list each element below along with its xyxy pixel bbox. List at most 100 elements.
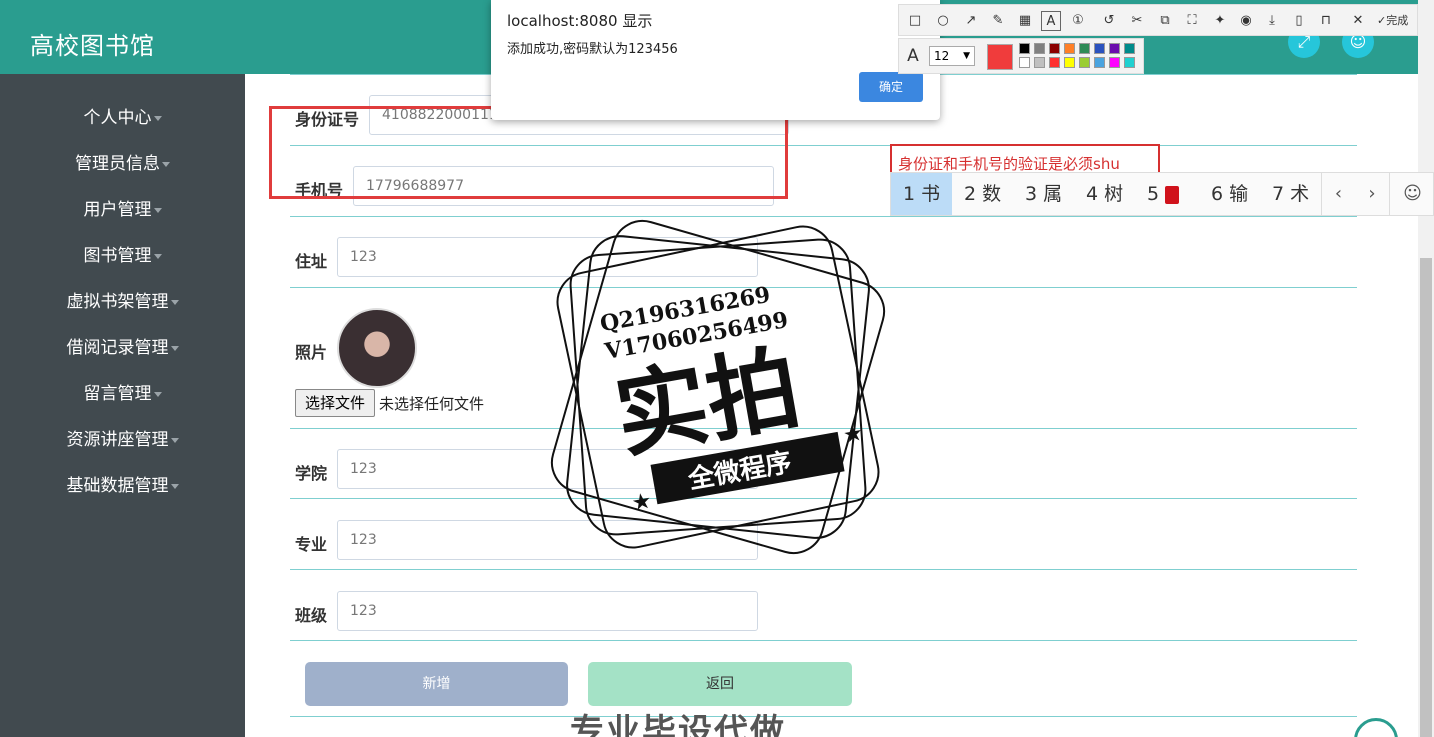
ime-candidate-5-label: 5 — [1147, 183, 1160, 205]
caret-down-icon — [153, 115, 162, 121]
ime-emoji-icon[interactable]: ☺ — [1389, 173, 1434, 215]
color-swatch[interactable] — [1019, 43, 1030, 54]
ime-candidate-7[interactable]: 7 术 — [1260, 173, 1321, 215]
sidebar-item-label: 用户管理 — [83, 200, 152, 220]
address-label: 住址 — [295, 252, 328, 271]
font-icon: A — [907, 46, 919, 66]
pin-icon[interactable]: ✦ — [1210, 11, 1230, 31]
sidebar-item-borrow-records[interactable]: 借阅记录管理 — [0, 333, 245, 363]
color-swatch[interactable] — [1034, 57, 1045, 68]
sidebar-item-label: 借阅记录管理 — [66, 338, 169, 358]
divider — [290, 716, 1357, 717]
dialog-ok-button[interactable]: 确定 — [859, 72, 923, 102]
text-style-toolbar: A 12 ▼ — [898, 38, 1144, 74]
ellipse-tool-icon[interactable]: ○ — [933, 11, 953, 31]
color-swatch[interactable] — [1079, 57, 1090, 68]
divider — [290, 287, 1357, 288]
sidebar-item-label: 管理员信息 — [75, 154, 160, 174]
sidebar-item-personal-center[interactable]: 个人中心 — [0, 103, 245, 133]
watermark-bottom-text: 专业毕设代做 — [570, 712, 786, 737]
sidebar-item-admin-info[interactable]: 管理员信息 — [0, 149, 245, 179]
done-label: 完成 — [1386, 14, 1409, 27]
color-swatch[interactable] — [1109, 43, 1120, 54]
college-label: 学院 — [295, 464, 328, 483]
annotation-text: 身份证和手机号的验证是必须shu — [898, 155, 1120, 173]
avatar-photo — [337, 308, 417, 388]
brand-title: 高校图书馆 — [30, 32, 155, 60]
ocr-icon[interactable]: ⧉ — [1155, 11, 1175, 31]
color-swatch[interactable] — [1064, 57, 1075, 68]
caret-down-icon — [170, 483, 179, 489]
annotation-toolbar: □ ○ ↗ ✎ ▦ A ① ↺ ✂ ⧉ ⛶ ✦ ◉ ⤓ ▯ ⊓ ✕ ✓完成 — [898, 4, 1418, 36]
sidebar-item-label: 资源讲座管理 — [66, 430, 169, 450]
photo-label: 照片 — [295, 343, 328, 362]
back-button[interactable]: 返回 — [588, 662, 852, 706]
crop-icon[interactable]: ⛶ — [1182, 11, 1202, 31]
sidebar-item-lecture-resources[interactable]: 资源讲座管理 — [0, 425, 245, 455]
sidebar-item-message-management[interactable]: 留言管理 — [0, 379, 245, 409]
color-swatch[interactable] — [1034, 43, 1045, 54]
cut-icon[interactable]: ✂ — [1127, 11, 1147, 31]
sidebar-item-base-data[interactable]: 基础数据管理 — [0, 471, 245, 501]
sidebar-item-virtual-shelf[interactable]: 虚拟书架管理 — [0, 287, 245, 317]
file-status-text: 未选择任何文件 — [379, 395, 485, 413]
font-size-select[interactable]: 12 ▼ — [929, 46, 975, 66]
divider — [290, 498, 1357, 499]
number-tool-icon[interactable]: ① — [1068, 11, 1088, 31]
dialog-message: 添加成功,密码默认为123456 — [507, 42, 678, 57]
color-swatch[interactable] — [1124, 43, 1135, 54]
done-button[interactable]: ✓完成 — [1377, 11, 1421, 31]
color-swatch[interactable] — [1064, 43, 1075, 54]
address-input[interactable]: 123 — [337, 237, 758, 277]
annotation-text-input[interactable]: 身份证和手机号的验证是必须shu — [890, 144, 1160, 174]
scrollbar-thumb[interactable] — [1420, 258, 1432, 737]
color-swatch[interactable] — [1049, 43, 1060, 54]
sidebar-item-label: 虚拟书架管理 — [66, 292, 169, 312]
color-swatch[interactable] — [1094, 43, 1105, 54]
major-label: 专业 — [295, 535, 328, 554]
phone-icon[interactable]: ▯ — [1289, 11, 1309, 31]
book-emoji-icon — [1165, 185, 1180, 204]
color-swatch[interactable] — [1019, 57, 1030, 68]
ime-candidate-3[interactable]: 3 属 — [1013, 173, 1074, 215]
color-swatch[interactable] — [1109, 57, 1120, 68]
color-swatch[interactable] — [1049, 57, 1060, 68]
ime-candidate-1[interactable]: 1 书 — [891, 173, 953, 215]
ime-candidate-6[interactable]: 6 输 — [1199, 173, 1260, 215]
text-tool-icon[interactable]: A — [1041, 11, 1061, 31]
ime-prev-icon[interactable]: ‹ — [1321, 173, 1355, 215]
ime-next-icon[interactable]: › — [1355, 173, 1389, 215]
divider — [290, 569, 1357, 570]
submit-button[interactable]: 新增 — [305, 662, 568, 706]
caret-down-icon — [170, 437, 179, 443]
record-icon[interactable]: ◉ — [1236, 11, 1256, 31]
chevron-down-icon: ▼ — [963, 51, 970, 61]
divider — [290, 216, 1357, 217]
mosaic-tool-icon[interactable]: ▦ — [1015, 11, 1035, 31]
ime-candidate-5[interactable]: 5 — [1135, 173, 1191, 215]
choose-file-button[interactable]: 选择文件 — [295, 389, 375, 417]
download-icon[interactable]: ⤓ — [1262, 11, 1282, 31]
caret-down-icon — [170, 299, 179, 305]
caret-down-icon — [162, 161, 170, 167]
major-input[interactable]: 123 — [337, 520, 758, 560]
college-input[interactable]: 123 — [337, 449, 758, 489]
close-icon[interactable]: ✕ — [1348, 11, 1368, 31]
alert-dialog: localhost:8080 显示 添加成功,密码默认为123456 确定 — [491, 0, 940, 120]
undo-icon[interactable]: ↺ — [1099, 11, 1119, 31]
bookmark-icon[interactable]: ⊓ — [1316, 11, 1336, 31]
color-swatch[interactable] — [1094, 57, 1105, 68]
ime-candidate-2[interactable]: 2 数 — [952, 173, 1013, 215]
class-input[interactable]: 123 — [337, 591, 758, 631]
sidebar-item-book-management[interactable]: 图书管理 — [0, 241, 245, 271]
ime-candidate-4[interactable]: 4 树 — [1074, 173, 1135, 215]
color-swatch[interactable] — [1124, 57, 1135, 68]
class-label: 班级 — [295, 606, 328, 625]
dialog-title: localhost:8080 显示 — [507, 12, 653, 30]
color-swatch[interactable] — [1079, 43, 1090, 54]
arrow-tool-icon[interactable]: ↗ — [961, 11, 981, 31]
pen-tool-icon[interactable]: ✎ — [988, 11, 1008, 31]
rectangle-tool-icon[interactable]: □ — [905, 11, 925, 31]
sidebar-item-user-management[interactable]: 用户管理 — [0, 195, 245, 225]
selected-color-swatch[interactable] — [987, 44, 1013, 70]
